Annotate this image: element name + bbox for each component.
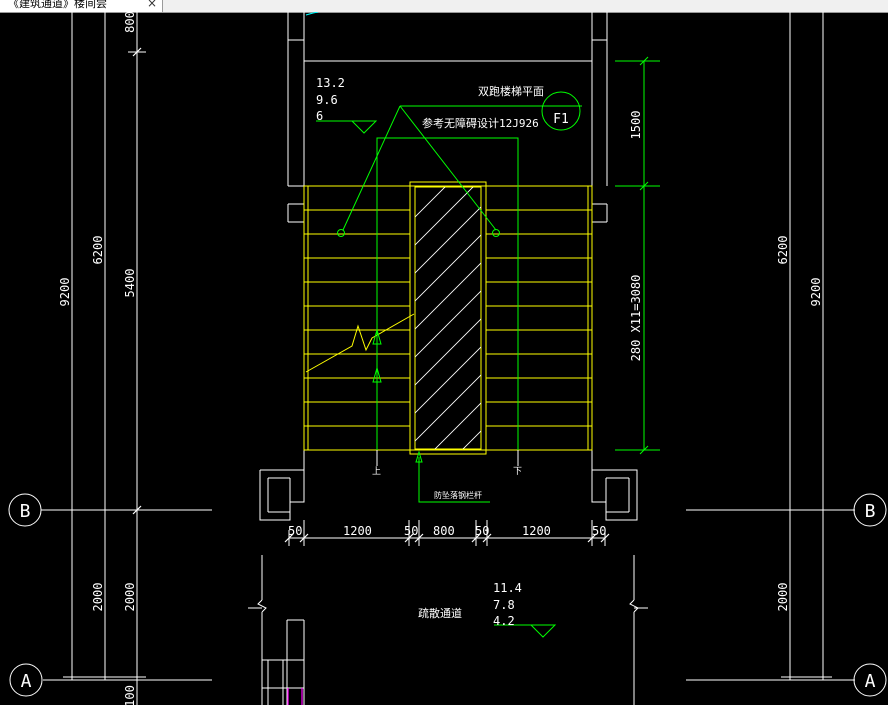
grid-bubble-a-left: A	[9, 663, 43, 697]
dim-right-9200: 9200	[809, 278, 823, 307]
elevation-bottom-1: 11.4	[493, 581, 522, 595]
elevation-top-2: 9.6	[316, 93, 338, 107]
dim-left-bottom: 100	[123, 685, 137, 705]
handrail-note: 防坠落钢栏杆	[434, 490, 482, 500]
reference-note: 参考无障碍设计12J926	[422, 116, 539, 130]
drawing-title: 双跑楼梯平面	[478, 84, 544, 98]
dim-left-9200: 9200	[58, 278, 72, 307]
elevation-bottom-2: 7.8	[493, 598, 515, 612]
grid-label-b-left: B	[20, 501, 31, 522]
dim-h-800: 800	[433, 524, 455, 538]
dim-h-1200-a: 1200	[343, 524, 372, 538]
dim-left-6200: 6200	[91, 236, 105, 265]
walls-and-dimension-lines	[41, 12, 855, 705]
elevation-top-3: 6	[316, 109, 323, 123]
dim-h-50-b: 50	[404, 524, 418, 538]
grid-bubble-b-right: B	[853, 493, 887, 527]
up-down-stubs	[376, 450, 519, 466]
dim-h-1200-b: 1200	[522, 524, 551, 538]
elevation-top-1: 13.2	[316, 76, 345, 90]
up-label: 上	[372, 466, 381, 477]
dim-left-2000-b: 2000	[123, 583, 137, 612]
document-tab[interactable]: 《建筑通道》楼间尝 ×	[0, 0, 163, 12]
elevation-bottom-3: 4.2	[493, 614, 515, 628]
grid-label-a-right: A	[865, 671, 876, 692]
dim-left-800: 800	[123, 12, 137, 33]
cad-drawing-canvas[interactable]: B B A A 13.2 9.6 6 双跑楼梯平面 参考无障碍设计12J926 …	[0, 12, 888, 705]
document-tab-label: 《建筑通道》楼间尝	[8, 0, 107, 10]
grid-bubble-a-right: A	[853, 663, 887, 697]
dim-left-2000-a: 2000	[91, 583, 105, 612]
grid-label-a-left: A	[21, 671, 32, 692]
corridor-label: 疏散通道	[418, 606, 462, 620]
dim-h-50-d: 50	[592, 524, 606, 538]
dim-right-flight: 280 X11=3080	[629, 275, 643, 362]
close-icon[interactable]: ×	[146, 0, 158, 10]
dim-right-2000: 2000	[776, 583, 790, 612]
cyan-arc	[305, 12, 319, 16]
grid-label-b-right: B	[865, 501, 876, 522]
grid-bubble-b-left: B	[8, 493, 42, 527]
dim-h-50-c: 50	[475, 524, 489, 538]
down-label: 下	[513, 467, 522, 477]
dim-left-5400: 5400	[123, 269, 137, 298]
dim-right-6200: 6200	[776, 236, 790, 265]
dim-h-50-a: 50	[288, 524, 302, 538]
stair-treads	[303, 181, 593, 455]
section-mark: F1	[553, 112, 569, 127]
dim-right-1500: 1500	[629, 111, 643, 140]
magenta-lines	[287, 688, 303, 705]
